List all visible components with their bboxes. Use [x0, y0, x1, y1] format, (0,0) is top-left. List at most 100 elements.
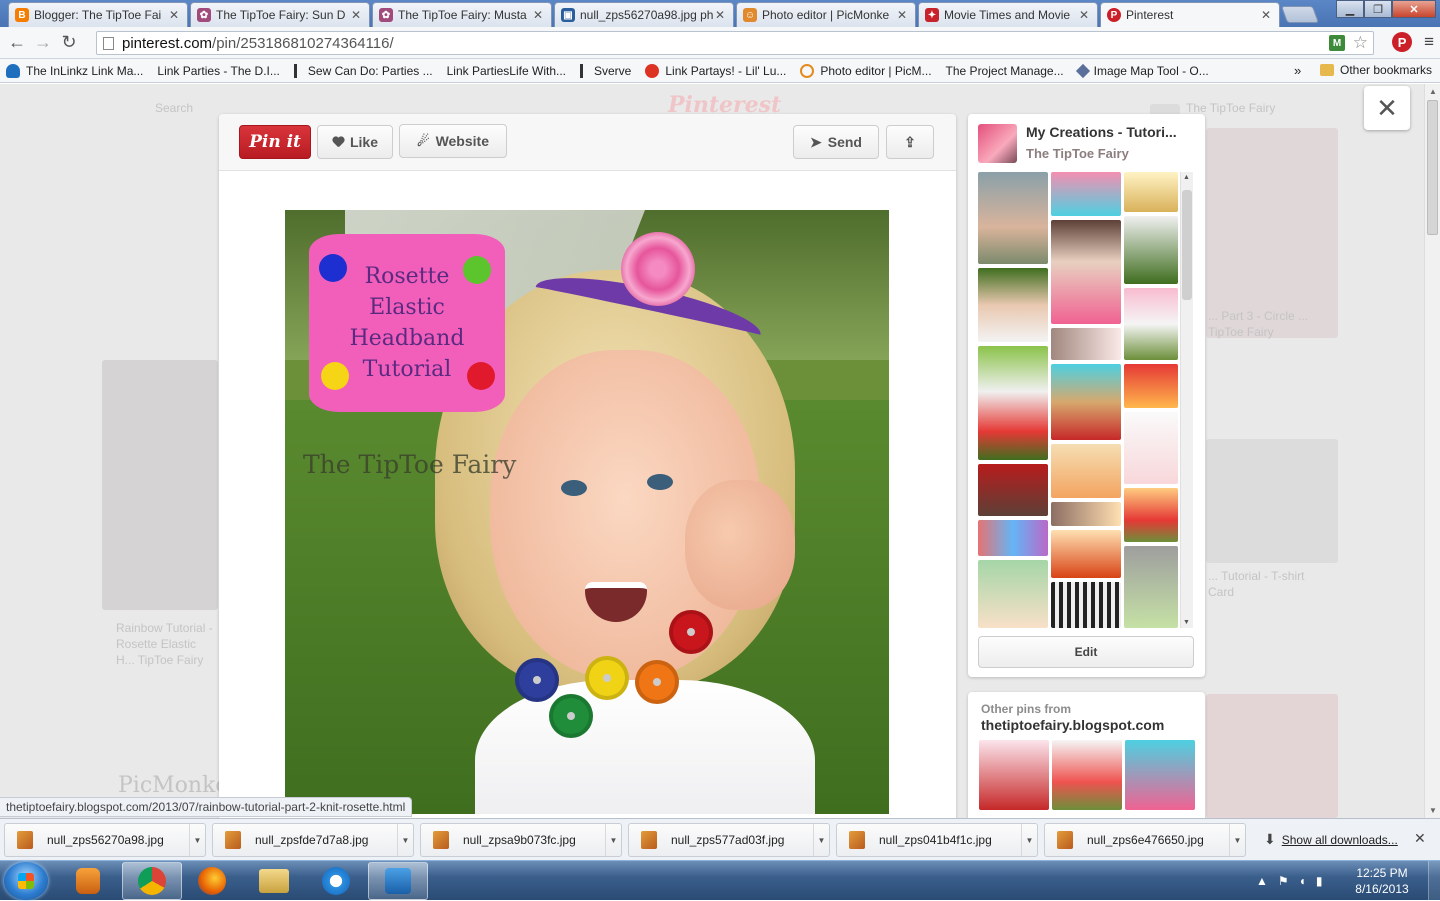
download-item[interactable]: null_zpsfde7d7a8.jpg ▼ — [212, 823, 414, 857]
close-shelf-icon[interactable]: ✕ — [1414, 830, 1426, 847]
tab-close-icon[interactable]: ✕ — [167, 8, 181, 22]
board-pin-thumbnail[interactable] — [1051, 530, 1121, 578]
reload-icon[interactable]: ↻ — [56, 30, 82, 56]
bookmark-item[interactable]: Sew Can Do: Parties ... — [293, 63, 433, 78]
board-pin-thumbnail[interactable] — [1124, 546, 1178, 628]
scroll-down-icon[interactable]: ▼ — [1183, 619, 1190, 626]
tab-close-icon[interactable]: ✕ — [895, 8, 909, 22]
pinterest-extension-icon[interactable]: P — [1392, 32, 1413, 52]
tab-photobucket[interactable]: ▣ null_zps56270a98.jpg ph ✕ — [554, 2, 734, 27]
board-pin-thumbnail[interactable] — [1051, 364, 1121, 440]
tab-close-icon[interactable]: ✕ — [531, 8, 545, 22]
scroll-up-icon[interactable]: ▲ — [1429, 87, 1437, 96]
bookmarks-overflow-button[interactable]: » — [1294, 63, 1301, 78]
send-button[interactable]: ➤ Send — [793, 125, 879, 159]
maximize-icon[interactable]: ❐ — [1364, 0, 1392, 18]
show-desktop-button[interactable] — [1428, 861, 1440, 901]
bookmark-item[interactable]: The Project Manage... — [0, 64, 1064, 157]
board-owner[interactable]: The TipToe Fairy — [1026, 146, 1129, 161]
tab-tiptoe-musta[interactable]: ✿ The TipToe Fairy: Musta ✕ — [372, 2, 552, 27]
tray-expand-icon[interactable]: ▲ — [1256, 874, 1268, 888]
scroll-up-icon[interactable]: ▲ — [1183, 174, 1190, 181]
board-pin-thumbnail[interactable] — [978, 172, 1048, 264]
tab-movies[interactable]: ✦ Movie Times and Movie ✕ — [918, 2, 1098, 27]
board-pin-thumbnail[interactable] — [1051, 502, 1121, 526]
volume-icon[interactable]: ◖ — [1299, 874, 1306, 888]
taskbar-clock[interactable]: 12:25 PM 8/16/2013 — [1352, 865, 1412, 897]
page-scrollbar[interactable]: ▲ ▼ — [1424, 84, 1440, 818]
other-pin-thumbnail[interactable] — [1125, 740, 1195, 810]
board-pin-thumbnail[interactable] — [1124, 364, 1178, 408]
board-pin-thumbnail[interactable] — [1051, 444, 1121, 498]
board-cover-thumbnail[interactable] — [978, 124, 1017, 163]
forward-arrow-icon[interactable]: → — [30, 30, 56, 56]
chevron-down-icon[interactable]: ▼ — [1021, 824, 1037, 856]
tab-tiptoe-sun[interactable]: ✿ The TipToe Fairy: Sun D ✕ — [190, 2, 370, 27]
taskbar-chrome[interactable] — [122, 862, 182, 900]
like-button[interactable]: Like — [317, 125, 393, 159]
board-pin-thumbnail[interactable] — [978, 520, 1048, 556]
tab-close-icon[interactable]: ✕ — [1259, 8, 1273, 22]
board-pin-thumbnail[interactable] — [1124, 172, 1178, 212]
edit-board-button[interactable]: Edit — [978, 636, 1194, 668]
download-item[interactable]: null_zps577ad03f.jpg ▼ — [628, 823, 830, 857]
board-scrollbar[interactable]: ▲ ▼ — [1180, 172, 1193, 628]
board-pin-thumbnail[interactable] — [1124, 288, 1178, 360]
board-pin-thumbnail[interactable] — [978, 346, 1048, 460]
chevron-down-icon[interactable]: ▼ — [1229, 824, 1245, 856]
bookmark-item[interactable]: Sverve — [580, 63, 631, 78]
download-item[interactable]: null_zps041b4f1c.jpg ▼ — [836, 823, 1038, 857]
start-button[interactable] — [4, 862, 48, 900]
tab-close-icon[interactable]: ✕ — [349, 8, 363, 22]
extension-m-icon[interactable]: M — [1329, 35, 1345, 51]
taskbar-photo-app[interactable] — [368, 862, 428, 900]
bookmark-item[interactable]: Link PartiesLife With... — [0, 64, 566, 157]
board-pin-thumbnail[interactable] — [1051, 220, 1121, 324]
chrome-menu-icon[interactable]: ≡ — [1424, 32, 1434, 52]
bookmark-item[interactable]: Link Partays! - Lil' Lu... — [645, 63, 786, 78]
bookmark-item[interactable]: The InLinkz Link Ma... — [6, 63, 143, 78]
chevron-down-icon[interactable]: ▼ — [813, 824, 829, 856]
share-button[interactable]: ⇪ — [886, 125, 934, 159]
tab-pinterest[interactable]: P Pinterest ✕ — [1100, 2, 1280, 27]
bookmark-star-icon[interactable]: ☆ — [1353, 33, 1368, 53]
taskbar-explorer[interactable] — [244, 862, 304, 900]
website-button[interactable]: ☄ Website — [399, 124, 507, 158]
tab-close-icon[interactable]: ✕ — [1077, 8, 1091, 22]
board-pin-thumbnail[interactable] — [978, 268, 1048, 342]
chevron-down-icon[interactable]: ▼ — [397, 824, 413, 856]
board-pin-thumbnail[interactable] — [1124, 216, 1178, 284]
taskbar-firefox[interactable] — [182, 862, 242, 900]
chevron-down-icon[interactable]: ▼ — [189, 824, 205, 856]
taskbar-media-player[interactable] — [58, 862, 118, 900]
bookmark-item[interactable]: Link Parties - The D.I... — [0, 64, 280, 157]
download-item[interactable]: null_zps56270a98.jpg ▼ — [4, 823, 206, 857]
board-pin-thumbnail[interactable] — [978, 464, 1048, 516]
other-bookmarks-folder[interactable]: Other bookmarks — [1320, 63, 1432, 77]
board-pin-thumbnail[interactable] — [1051, 328, 1121, 360]
pin-it-button[interactable]: Pin it — [239, 125, 311, 159]
close-pin-icon[interactable]: ✕ — [1364, 86, 1410, 130]
tab-close-icon[interactable]: ✕ — [713, 8, 727, 22]
other-pin-thumbnail[interactable] — [1052, 740, 1122, 810]
other-pins-site[interactable]: thetiptoefairy.blogspot.com — [981, 717, 1164, 733]
download-item[interactable]: null_zpsa9b073fc.jpg ▼ — [420, 823, 622, 857]
board-title[interactable]: My Creations - Tutori... — [1026, 124, 1196, 140]
window-close-icon[interactable]: ✕ — [1392, 0, 1436, 18]
board-pin-thumbnail[interactable] — [1124, 488, 1178, 542]
download-item[interactable]: null_zps6e476650.jpg ▼ — [1044, 823, 1246, 857]
board-pin-thumbnail[interactable] — [1051, 582, 1121, 628]
other-pin-thumbnail[interactable] — [979, 740, 1049, 810]
scroll-down-icon[interactable]: ▼ — [1429, 806, 1437, 815]
chevron-down-icon[interactable]: ▼ — [605, 824, 621, 856]
bookmark-item[interactable]: Image Map Tool - O... — [1075, 63, 1209, 78]
address-bar[interactable]: pinterest.com/pin/253186810274364116/ M … — [96, 31, 1374, 55]
board-pin-thumbnail[interactable] — [978, 560, 1048, 628]
pin-image[interactable]: Rosette Elastic Headband Tutorial The Ti… — [285, 210, 889, 814]
network-signal-icon[interactable]: ▮ — [1316, 874, 1323, 888]
back-arrow-icon[interactable]: ← — [4, 30, 30, 56]
bookmark-item[interactable]: Photo editor | PicM... — [800, 63, 932, 78]
board-pin-thumbnail[interactable] — [1124, 412, 1178, 484]
board-pin-thumbnail[interactable] — [1051, 172, 1121, 216]
tab-picmonkey[interactable]: ☺ Photo editor | PicMonke ✕ — [736, 2, 916, 27]
